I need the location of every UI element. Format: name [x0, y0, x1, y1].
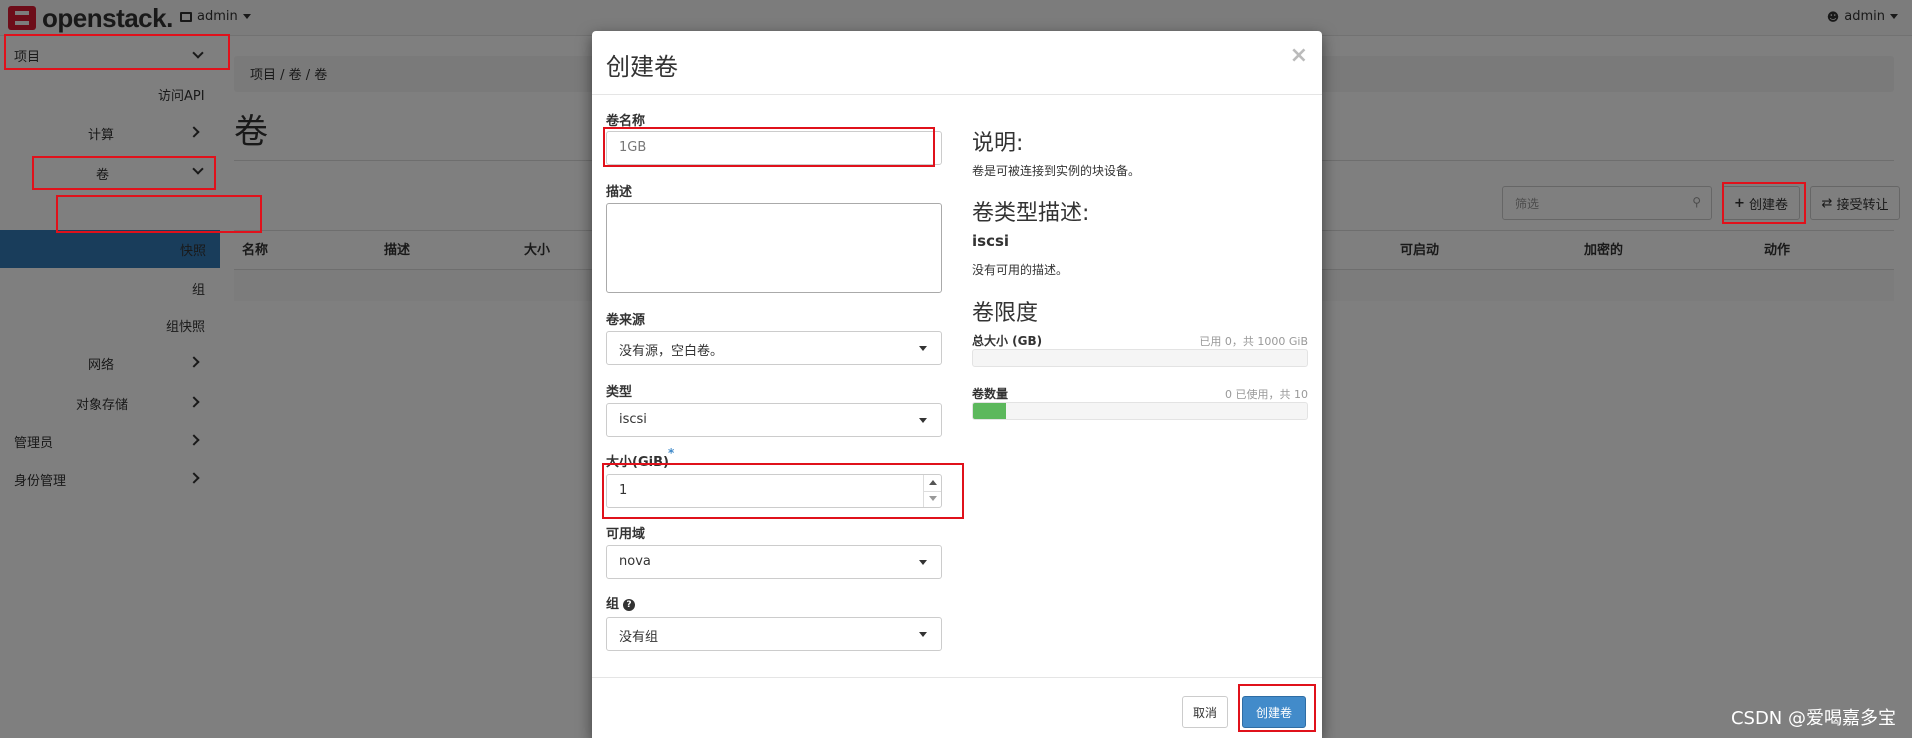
close-icon[interactable]: ×	[1290, 43, 1308, 68]
watermark: CSDN @爱喝嘉多宝	[1730, 708, 1896, 729]
availability-zone-select[interactable]: nova	[606, 545, 942, 579]
volume-type-heading: 卷类型描述:	[972, 201, 1090, 226]
volume-type-name: iscsi	[972, 232, 1010, 250]
create-volume-modal: 创建卷 × 卷名称 1GB 描述 卷来源 没有源，空白卷。 类型 iscsi 大…	[592, 31, 1322, 738]
spinner-divider	[924, 491, 941, 492]
size-number-input[interactable]: 1	[606, 474, 942, 508]
group-value: 没有组	[619, 630, 659, 645]
availability-zone-value: nova	[619, 554, 651, 569]
description-label: 描述	[606, 185, 633, 200]
size-label: 大小(GiB)	[606, 455, 669, 470]
spin-down-icon[interactable]	[929, 496, 937, 501]
required-marker: *	[668, 446, 675, 460]
volume-count-usage: 0 已使用，共 10	[1225, 388, 1308, 401]
chevron-down-icon	[919, 560, 927, 565]
volume-count-bar-fill	[973, 403, 1007, 419]
modal-header: 创建卷 ×	[592, 31, 1322, 95]
group-select[interactable]: 没有组	[606, 617, 942, 651]
description-text: 卷是可被连接到实例的块设备。	[972, 164, 1141, 178]
volume-source-value: 没有源，空白卷。	[619, 344, 724, 359]
modal-footer: 取消 创建卷	[592, 677, 1322, 738]
volume-type-label: 类型	[606, 385, 633, 400]
total-size-usage: 已用 0，共 1000 GiB	[1199, 335, 1308, 348]
group-label: 组?	[606, 593, 636, 612]
volume-source-select[interactable]: 没有源，空白卷。	[606, 331, 942, 365]
total-size-bar	[972, 349, 1308, 367]
help-icon[interactable]: ?	[623, 599, 636, 611]
chevron-down-icon	[919, 346, 927, 351]
volume-count-label: 卷数量	[972, 387, 1009, 401]
group-label-text: 组	[606, 597, 620, 612]
volume-name-label: 卷名称	[606, 114, 646, 129]
modal-title: 创建卷	[606, 53, 678, 81]
size-spinner[interactable]	[923, 475, 941, 507]
create-volume-submit-button[interactable]: 创建卷	[1242, 696, 1306, 728]
volume-limits-heading: 卷限度	[972, 301, 1039, 326]
volume-type-value: iscsi	[619, 412, 647, 427]
spin-up-icon[interactable]	[929, 480, 937, 485]
volume-source-label: 卷来源	[606, 313, 646, 328]
availability-zone-label: 可用域	[606, 527, 646, 542]
size-value: 1	[619, 483, 628, 498]
volume-type-select[interactable]: iscsi	[606, 403, 942, 437]
cancel-button[interactable]: 取消	[1182, 696, 1228, 728]
description-textarea[interactable]	[606, 203, 942, 293]
volume-name-input[interactable]: 1GB	[606, 131, 942, 165]
volume-count-bar	[972, 402, 1308, 420]
chevron-down-icon	[919, 418, 927, 423]
description-heading: 说明:	[972, 131, 1024, 156]
total-size-label: 总大小 (GB)	[972, 334, 1043, 348]
chevron-down-icon	[919, 632, 927, 637]
volume-type-description: 没有可用的描述。	[972, 263, 1069, 277]
